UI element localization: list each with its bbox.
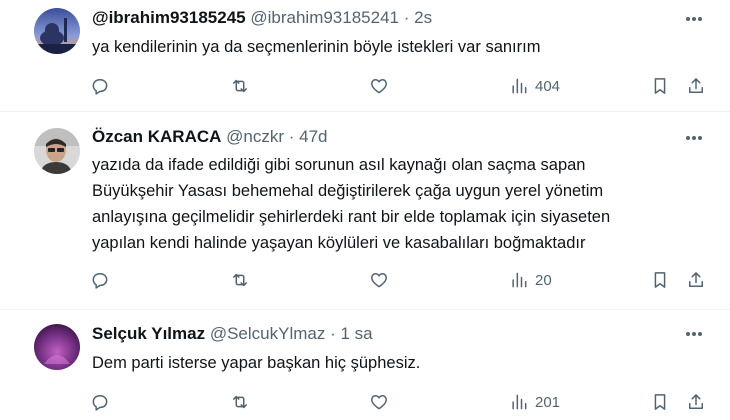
display-name[interactable]: Özcan KARACA (92, 127, 221, 146)
like-icon (371, 273, 387, 288)
views-icon (512, 272, 527, 288)
tweet-text-line: yapılan kendi halinde yaşayan köylüleri … (92, 234, 586, 252)
tweet-text: Dem parti isterse yapar başkan hiç şüphe… (92, 350, 692, 376)
like-button[interactable] (369, 390, 389, 414)
user-handle[interactable]: @ibrahim93185241 (250, 8, 399, 27)
avatar[interactable] (34, 128, 80, 174)
retweet-icon (233, 79, 247, 93)
tweet-header: Özcan KARACA @nczkr · 47d (92, 127, 328, 147)
display-name[interactable]: @ibrahim93185245 (92, 8, 246, 27)
tweet-text-line: yazıda da ifade edildiği gibi sorunun as… (92, 156, 586, 174)
tweet-actions: 20 (0, 268, 730, 292)
reply-icon (92, 273, 108, 289)
more-icon[interactable] (686, 332, 702, 338)
tweet-text: yazıda da ifade edildiği gibi sorunun as… (92, 152, 692, 256)
views-count: 201 (535, 393, 561, 411)
reply-button[interactable] (90, 390, 110, 414)
like-icon (371, 79, 387, 94)
share-button[interactable] (686, 268, 706, 292)
share-button[interactable] (686, 74, 706, 98)
views-icon (512, 78, 527, 94)
more-icon[interactable] (686, 17, 702, 23)
bookmark-icon (654, 78, 666, 94)
user-handle[interactable]: @SelcukYlmaz (210, 324, 326, 343)
bookmark-button[interactable] (650, 390, 670, 414)
views-count: 20 (535, 271, 552, 289)
like-button[interactable] (369, 268, 389, 292)
share-icon (689, 272, 703, 287)
tweet-text: ya kendilerinin ya da seçmenlerinin böyl… (92, 34, 692, 60)
share-icon (689, 394, 703, 409)
like-button[interactable] (369, 74, 389, 98)
bookmark-button[interactable] (650, 74, 670, 98)
tweet-header: Selçuk Yılmaz @SelcukYlmaz · 1 sa (92, 324, 373, 344)
reply-button[interactable] (90, 74, 110, 98)
retweet-button[interactable] (230, 74, 250, 98)
retweet-button[interactable] (230, 390, 250, 414)
views-count: 404 (535, 77, 561, 95)
avatar-image (34, 8, 80, 54)
tweet-text-line: ya kendilerinin ya da seçmenlerinin böyl… (92, 38, 541, 56)
views-icon (512, 394, 527, 410)
tweet-actions: 201 (0, 390, 730, 414)
tweet-actions: 404 (0, 74, 730, 98)
tweet-header: @ibrahim93185245 @ibrahim93185241 · 2s (92, 8, 432, 28)
reply-icon (92, 395, 108, 411)
tweet[interactable]: Özcan KARACA @nczkr · 47d yazıda da ifad… (0, 112, 730, 309)
tweet-text-line: anlayışına geçilmelidir şehirlerdeki ran… (92, 208, 611, 226)
reply-icon (92, 79, 108, 95)
avatar[interactable] (34, 324, 80, 370)
bookmark-icon (654, 394, 666, 410)
avatar-image (34, 128, 80, 174)
reply-button[interactable] (90, 268, 110, 292)
timestamp[interactable]: · 1 sa (330, 324, 373, 343)
retweet-icon (233, 273, 247, 287)
tweet[interactable]: @ibrahim93185245 @ibrahim93185241 · 2s y… (0, 0, 730, 111)
user-handle[interactable]: @nczkr (226, 127, 284, 146)
tweet-text-line: Dem parti isterse yapar başkan hiç şüphe… (92, 354, 421, 372)
retweet-icon (233, 395, 247, 409)
timestamp[interactable]: · 2s (404, 8, 432, 27)
retweet-button[interactable] (230, 268, 250, 292)
share-icon (689, 78, 703, 93)
bookmark-icon (654, 272, 666, 288)
views-button[interactable]: 404 (509, 74, 560, 98)
display-name[interactable]: Selçuk Yılmaz (92, 324, 205, 343)
avatar[interactable] (34, 8, 80, 54)
tweet-text-line: Büyükşehir Yasası behemehal değiştiriler… (92, 182, 604, 200)
views-button[interactable]: 20 (509, 268, 552, 292)
avatar-image (34, 324, 80, 370)
timestamp[interactable]: · 47d (289, 127, 328, 146)
more-icon[interactable] (686, 136, 702, 142)
share-button[interactable] (686, 390, 706, 414)
tweet[interactable]: Selçuk Yılmaz @SelcukYlmaz · 1 sa Dem pa… (0, 310, 730, 420)
like-icon (371, 395, 387, 410)
views-button[interactable]: 201 (509, 390, 560, 414)
bookmark-button[interactable] (650, 268, 670, 292)
